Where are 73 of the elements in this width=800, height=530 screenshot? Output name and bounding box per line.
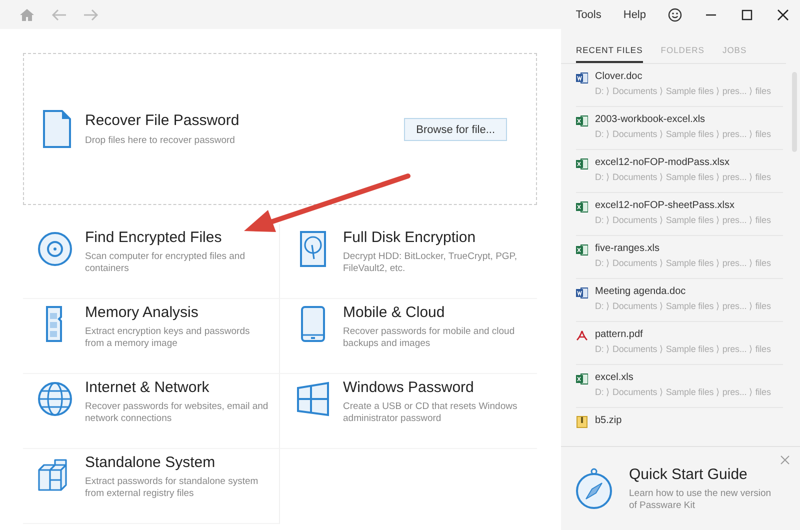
- feature-description: Create a USB or CD that resets Windows administrator password: [343, 401, 518, 425]
- drop-zone-hint: Drop files here to recover password: [85, 134, 236, 146]
- compass-icon: [575, 468, 613, 510]
- feature-title: Mobile & Cloud: [343, 304, 446, 321]
- feature-title: Internet & Network: [85, 379, 210, 396]
- feature-card[interactable]: Memory Analysis Extract encryption keys and passwords from a memory image: [23, 299, 280, 374]
- feature-card[interactable]: Full Disk Encryption Decrypt HDD: BitLocker, TrueCrypt, PGP, FileVault2, etc.: [280, 224, 537, 299]
- feature-description: Recover passwords for websites, email and network connections: [85, 401, 269, 425]
- feature-card[interactable]: Standalone System Extract passwords for standalone system from external registry files: [23, 449, 280, 524]
- smiley-icon[interactable]: [668, 8, 682, 22]
- close-icon[interactable]: [776, 8, 790, 22]
- disc-icon: [37, 231, 73, 267]
- maximize-icon[interactable]: [740, 8, 754, 22]
- feature-description: Recover passwords for mobile and cloud backups and images: [343, 326, 516, 350]
- file-name: Meeting agenda.doc: [595, 286, 687, 297]
- file-name: excel.xls: [595, 372, 634, 383]
- spreadsheet-icon: [576, 158, 588, 170]
- recent-file-row[interactable]: excel12-noFOP-modPass.xlsx D: ⟩ Documents ⟩ Sample files ⟩ pres... ⟩ files: [576, 150, 783, 193]
- recent-file-row[interactable]: Meeting agenda.doc D: ⟩ Documents ⟩ Sample files ⟩ pres... ⟩ files: [576, 279, 783, 322]
- feature-description: Scan computer for encrypted files and containers: [85, 251, 246, 275]
- file-name: excel12-noFOP-modPass.xlsx: [595, 157, 730, 168]
- feature-title: Find Encrypted Files: [85, 229, 223, 246]
- recent-file-row[interactable]: 2003-workbook-excel.xls D: ⟩ Documents ⟩ Sample files ⟩ pres... ⟩ files: [576, 107, 783, 150]
- globe-icon: [37, 381, 73, 417]
- spreadsheet-icon: [576, 244, 588, 256]
- recent-file-row[interactable]: Clover.doc D: ⟩ Documents ⟩ Sample files ⟩ pres... ⟩ files: [576, 64, 783, 107]
- quick-start-description: Learn how to use the new version of Passware Kit: [629, 488, 772, 512]
- spreadsheet-icon: [576, 201, 588, 213]
- file-path: D: ⟩ Documents ⟩ Sample files ⟩ pres... ⟩ files: [595, 86, 771, 96]
- recent-file-row[interactable]: b5.zip: [576, 408, 783, 446]
- feature-title: Full Disk Encryption: [343, 229, 477, 246]
- feature-description: Extract passwords for standalone system from external registry files: [85, 476, 260, 500]
- pdf-icon: [576, 330, 588, 342]
- file-path: D: ⟩ Documents ⟩ Sample files ⟩ pres... ⟩ files: [595, 344, 771, 354]
- file-path: D: ⟩ Documents ⟩ Sample files ⟩ pres... ⟩ files: [595, 301, 771, 311]
- file-name: excel12-noFOP-sheetPass.xlsx: [595, 200, 736, 211]
- file-icon: [43, 110, 71, 148]
- recent-file-row[interactable]: excel.xls D: ⟩ Documents ⟩ Sample files ⟩ pres... ⟩ files: [576, 365, 783, 408]
- menu-item[interactable]: Help: [623, 8, 646, 20]
- feature-description: Decrypt HDD: BitLocker, TrueCrypt, PGP, FileVault2, etc.: [343, 251, 518, 275]
- menu-item[interactable]: Tools: [576, 8, 602, 20]
- file-name: Clover.doc: [595, 71, 644, 82]
- file-path: D: ⟩ Documents ⟩ Sample files ⟩ pres... ⟩ files: [595, 387, 771, 397]
- quick-start-title: Quick Start Guide: [629, 466, 748, 482]
- drop-zone[interactable]: Recover File Password Drop files here to recover password Browse for file...: [23, 53, 537, 205]
- feature-title: Standalone System: [85, 454, 216, 471]
- browse-button[interactable]: Browse for file...: [404, 118, 507, 140]
- document-icon: [576, 287, 588, 299]
- panel-tab[interactable]: RECENT FILES: [576, 45, 643, 63]
- quick-start-panel[interactable]: Quick Start Guide Learn how to use the new version of Passware Kit: [561, 446, 800, 530]
- file-name: pattern.pdf: [595, 329, 644, 340]
- spreadsheet-icon: [576, 115, 588, 127]
- file-name: 2003-workbook-excel.xls: [595, 114, 706, 125]
- file-path: D: ⟩ Documents ⟩ Sample files ⟩ pres... ⟩ files: [595, 258, 771, 268]
- feature-card[interactable]: Internet & Network Recover passwords for websites, email and network connections: [23, 374, 280, 449]
- windows-icon: [295, 381, 331, 417]
- recent-file-row[interactable]: pattern.pdf D: ⟩ Documents ⟩ Sample files ⟩ pres... ⟩ files: [576, 322, 783, 365]
- feature-title: Memory Analysis: [85, 304, 200, 321]
- archive-icon: [576, 416, 588, 428]
- recent-file-row[interactable]: excel12-noFOP-sheetPass.xlsx D: ⟩ Documents ⟩ Sample files ⟩ pres... ⟩ files: [576, 193, 783, 236]
- file-name: five-ranges.xls: [595, 243, 660, 254]
- feature-description: Extract encryption keys and passwords from a memory image: [85, 326, 251, 350]
- spreadsheet-icon: [576, 373, 588, 385]
- file-path: D: ⟩ Documents ⟩ Sample files ⟩ pres... ⟩ files: [595, 172, 771, 182]
- feature-title: Windows Password: [343, 379, 475, 396]
- recent-file-row[interactable]: five-ranges.xls D: ⟩ Documents ⟩ Sample files ⟩ pres... ⟩ files: [576, 236, 783, 279]
- file-path: D: ⟩ Documents ⟩ Sample files ⟩ pres... ⟩ files: [595, 129, 771, 139]
- document-icon: [576, 72, 588, 84]
- feature-card[interactable]: Windows Password Create a USB or CD that resets Windows administrator password: [280, 374, 537, 449]
- file-name: b5.zip: [595, 415, 622, 426]
- file-path: D: ⟩ Documents ⟩ Sample files ⟩ pres... ⟩ files: [595, 215, 771, 225]
- drop-zone-title: Recover File Password: [85, 112, 240, 128]
- feature-card[interactable]: Mobile & Cloud Recover passwords for mobile and cloud backups and images: [280, 299, 537, 374]
